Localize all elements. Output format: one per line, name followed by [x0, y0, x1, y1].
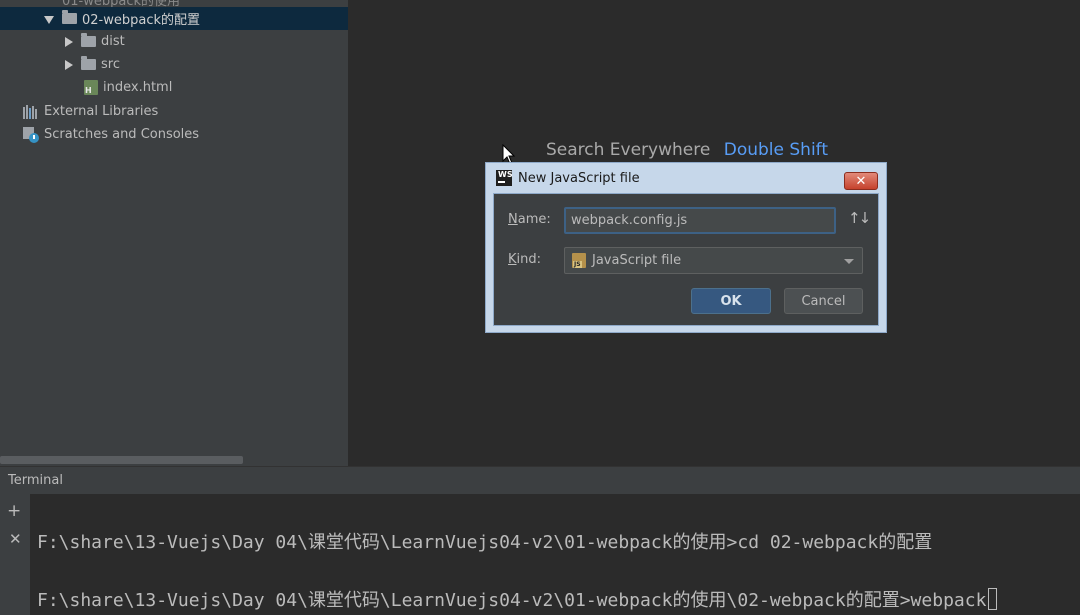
scratches-icon: [23, 126, 40, 143]
add-terminal-icon[interactable]: +: [7, 503, 21, 520]
dialog-titlebar[interactable]: WS New JavaScript file ✕: [486, 163, 886, 193]
tree-item-src[interactable]: src: [0, 53, 348, 76]
cancel-button[interactable]: Cancel: [784, 288, 863, 314]
terminal-output[interactable]: F:\share\13-Vuejs\Day 04\课堂代码\LearnVuejs…: [30, 494, 1080, 615]
tree-item-label: dist: [101, 34, 125, 49]
search-everywhere-hint: Search Everywhere Double Shift: [546, 140, 828, 160]
tree-item-scratches[interactable]: Scratches and Consoles: [0, 123, 348, 146]
search-hint-text: Search Everywhere: [546, 140, 711, 160]
chevron-down-icon[interactable]: [844, 259, 854, 264]
tree-item-02-webpack-config[interactable]: 02-webpack的配置: [0, 7, 348, 30]
terminal-header: Terminal: [0, 466, 1080, 494]
name-label: Name:: [508, 212, 551, 227]
horizontal-scrollbar[interactable]: [0, 456, 243, 464]
kind-select[interactable]: JavaScript file: [564, 247, 863, 274]
folder-icon: [81, 33, 96, 47]
folder-icon: [62, 10, 77, 24]
new-js-file-dialog: WS New JavaScript file ✕ Name: ↑↓ Kind: …: [485, 162, 887, 333]
project-tree-panel: 01-webpack的使用 02-webpack的配置 dist src ind…: [0, 0, 348, 466]
close-button[interactable]: ✕: [844, 172, 878, 190]
dialog-body: Name: ↑↓ Kind: JavaScript file OK Cancel: [493, 193, 879, 326]
folder-icon: [81, 56, 96, 70]
tree-item-label: index.html: [103, 80, 173, 95]
webstorm-logo-icon: WS: [496, 170, 513, 186]
sort-icon[interactable]: ↑↓: [848, 209, 871, 227]
ok-button[interactable]: OK: [691, 288, 771, 314]
chevron-right-icon[interactable]: [65, 59, 73, 70]
tree-item-index-html[interactable]: index.html: [0, 76, 348, 99]
terminal-line: F:\share\13-Vuejs\Day 04\课堂代码\LearnVuejs…: [37, 586, 998, 612]
terminal-line: F:\share\13-Vuejs\Day 04\课堂代码\LearnVuejs…: [37, 532, 933, 553]
dialog-title: New JavaScript file: [518, 170, 640, 186]
kind-select-value: JavaScript file: [592, 253, 682, 268]
tree-item-external-libraries[interactable]: External Libraries: [0, 100, 348, 123]
tree-item-label: External Libraries: [44, 104, 159, 119]
tree-item-dist[interactable]: dist: [0, 30, 348, 53]
search-hint-shortcut: Double Shift: [723, 140, 829, 160]
chevron-down-icon[interactable]: [44, 15, 54, 24]
tree-item-label: 02-webpack的配置: [82, 13, 201, 28]
terminal-toolbar: + ✕: [0, 494, 30, 615]
html-file-icon: [84, 80, 98, 95]
terminal-cursor: [988, 588, 998, 610]
tree-item-label: Scratches and Consoles: [44, 127, 200, 142]
tree-item-partial[interactable]: 01-webpack的使用: [0, 0, 348, 9]
libraries-icon: [23, 104, 40, 119]
javascript-file-icon: [572, 253, 586, 268]
terminal-title[interactable]: Terminal: [8, 473, 63, 488]
tree-item-label: src: [101, 57, 120, 72]
kind-label: Kind:: [508, 252, 542, 267]
close-terminal-icon[interactable]: ✕: [9, 532, 22, 547]
chevron-right-icon[interactable]: [65, 36, 73, 47]
name-input[interactable]: [564, 207, 836, 234]
